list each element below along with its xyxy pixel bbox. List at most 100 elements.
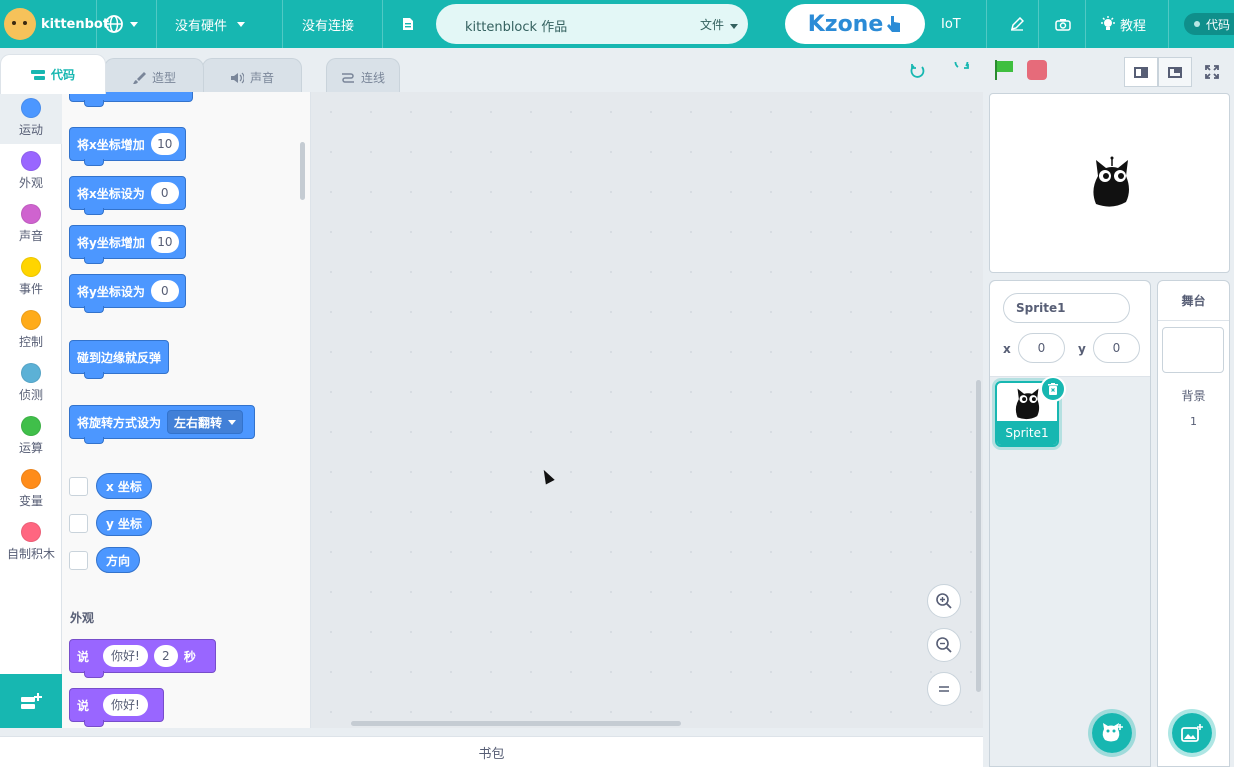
file-menu[interactable]: 文件 [700, 16, 739, 33]
looks-section-label: 外观 [70, 611, 95, 625]
block-label: 说 [77, 698, 90, 713]
y-label: y [1078, 342, 1086, 356]
tab-sounds[interactable]: 声音 [202, 58, 302, 96]
delete-sprite-button[interactable] [1040, 376, 1066, 402]
reporter-label: y 坐标 [106, 516, 143, 531]
large-stage-button[interactable] [1158, 57, 1192, 87]
zoom-reset-button[interactable] [927, 672, 961, 706]
project-title[interactable]: kittenblock 作品 [465, 16, 567, 35]
small-stage-button[interactable] [1124, 57, 1158, 87]
green-flag-icon[interactable] [993, 60, 1015, 80]
tab-wiring[interactable]: 连线 [326, 58, 400, 96]
script-workspace[interactable] [311, 92, 983, 728]
zoom-in-button[interactable] [927, 584, 961, 618]
cat-sprite-icon [1015, 388, 1040, 420]
tab-costumes[interactable]: 造型 [104, 58, 204, 96]
block-rotation-style[interactable]: 将旋转方式设为 左右翻转 [69, 405, 255, 444]
category-my-blocks[interactable]: 自制积木 [0, 522, 62, 562]
add-extension-button[interactable] [0, 674, 62, 728]
undo-button[interactable] [910, 62, 926, 82]
tab-code[interactable]: 代码 [0, 54, 106, 94]
connection-status[interactable]: 没有连接 [302, 0, 354, 48]
kzone-button[interactable]: Kzone [785, 4, 925, 44]
category-motion[interactable]: 运动 [0, 92, 62, 144]
reporter-direction[interactable]: 方向 [96, 547, 141, 573]
stop-icon[interactable] [1027, 60, 1047, 80]
block-bounce[interactable]: 碰到边缘就反弹 [69, 340, 169, 379]
tutorial-label: 教程 [1120, 18, 1147, 34]
undo-icon [910, 64, 925, 78]
number-input[interactable]: 10 [150, 231, 179, 253]
category-operators[interactable]: 运算 [0, 416, 62, 456]
category-looks[interactable]: 外观 [0, 151, 62, 191]
language-menu[interactable] [104, 0, 138, 48]
backdrop-label: 背景 [1181, 389, 1206, 403]
fullscreen-button[interactable] [1195, 57, 1229, 87]
y-position-checkbox[interactable] [69, 514, 88, 533]
category-sensing[interactable]: 侦测 [0, 363, 62, 403]
events-dot-icon [21, 257, 41, 277]
iot-button[interactable]: IoT [941, 0, 961, 48]
sprite-x-input[interactable]: 0 [1018, 333, 1065, 363]
backpack-label: 书包 [478, 746, 505, 762]
brand-logo[interactable]: kittenbot [4, 0, 109, 48]
brush-icon [132, 71, 146, 84]
block-label: 碰到边缘就反弹 [77, 350, 162, 365]
number-input[interactable]: 0 [150, 182, 179, 204]
number-input[interactable]: 2 [153, 645, 178, 667]
block-set-y[interactable]: 将y坐标设为 0 [69, 274, 186, 313]
sprite-name-input[interactable]: Sprite1 [1003, 293, 1130, 323]
iot-label: IoT [941, 16, 961, 32]
category-sound[interactable]: 声音 [0, 204, 62, 244]
stage-canvas[interactable] [989, 93, 1230, 273]
reporter-x-position[interactable]: x 坐标 [96, 473, 152, 499]
block-change-x[interactable]: 将x坐标增加 10 [69, 127, 186, 166]
block-set-x[interactable]: 将x坐标设为 0 [69, 176, 186, 215]
redo-button[interactable] [954, 55, 970, 82]
palette-scrollbar[interactable] [300, 142, 305, 200]
number-input[interactable]: 0 [150, 280, 179, 302]
screenshot-button[interactable] [1055, 0, 1071, 48]
sprite-y-input[interactable]: 0 [1093, 333, 1140, 363]
x-position-checkbox[interactable] [69, 477, 88, 496]
stage-selector[interactable]: 舞台 背景 1 [1157, 280, 1230, 767]
backdrop-thumbnail[interactable] [1162, 327, 1224, 373]
backpack-bar[interactable]: 书包 [0, 736, 983, 767]
hardware-menu[interactable]: 没有硬件 [175, 0, 246, 48]
number-input[interactable]: 10 [150, 133, 179, 155]
zoom-out-button[interactable] [927, 628, 961, 662]
brand-name: kittenbot [41, 16, 110, 32]
text-input[interactable]: 你好! [103, 694, 148, 716]
category-variables[interactable]: 变量 [0, 469, 62, 509]
add-sprite-button[interactable] [1088, 709, 1136, 757]
mode-toggle[interactable]: 代码 [1184, 13, 1234, 35]
block-say[interactable]: 说 你好! [69, 688, 164, 727]
redo-icon [954, 55, 969, 69]
project-title-box[interactable]: kittenblock 作品 文件 [436, 4, 748, 44]
block-say-for-secs[interactable]: 说 你好! 2 秒 [69, 639, 216, 678]
add-backdrop-button[interactable] [1168, 709, 1216, 757]
text-input[interactable]: 你好! [103, 645, 148, 667]
reporter-y-position[interactable]: y 坐标 [96, 510, 153, 536]
category-control[interactable]: 控制 [0, 310, 62, 350]
workspace-vertical-scrollbar[interactable] [976, 380, 981, 692]
reporter-label: x 坐标 [106, 479, 142, 494]
rotation-dropdown[interactable]: 左右翻转 [167, 410, 244, 434]
tutorial-button[interactable]: 教程 [1100, 0, 1146, 48]
block-label: 将y坐标增加 [77, 235, 145, 250]
direction-checkbox[interactable] [69, 551, 88, 570]
block-label: 将旋转方式设为 [77, 415, 162, 430]
code-icon [30, 69, 45, 80]
save-file-button[interactable] [402, 0, 414, 48]
edit-button[interactable] [1010, 0, 1024, 48]
tab-sounds-label: 声音 [249, 71, 274, 85]
small-stage-icon [1134, 66, 1148, 78]
reporter-label: 方向 [106, 553, 131, 568]
equals-icon [939, 686, 949, 692]
workspace-horizontal-scrollbar[interactable] [351, 721, 681, 726]
trash-icon [1048, 382, 1058, 395]
category-events[interactable]: 事件 [0, 257, 62, 297]
large-stage-icon [1168, 66, 1182, 78]
file-menu-label: 文件 [700, 18, 725, 32]
block-change-y[interactable]: 将y坐标增加 10 [69, 225, 186, 264]
